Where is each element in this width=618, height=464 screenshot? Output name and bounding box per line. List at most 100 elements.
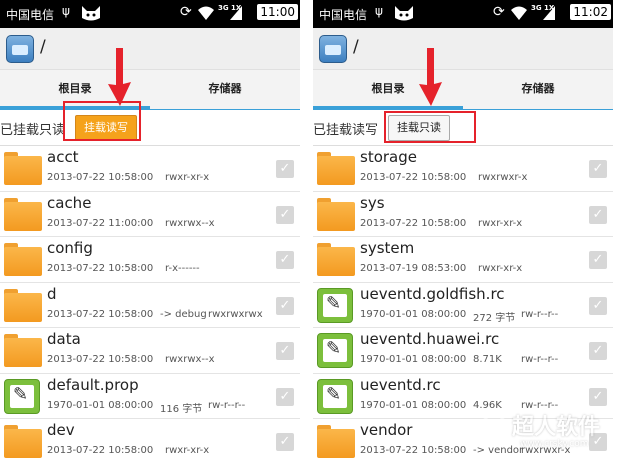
file-date: 1970-01-01 08:00:00 — [47, 399, 154, 411]
folder-icon — [4, 152, 42, 185]
right-screenshot: 中国电信 ψ ⟳ 3G 1X 11:02 / 根目录 存储器 已挂载读写 挂载只… — [313, 0, 613, 464]
file-name: sys — [360, 193, 385, 212]
edit-file-icon — [317, 287, 353, 323]
arrow-icon — [419, 48, 442, 106]
edit-file-icon — [317, 378, 353, 414]
file-date: 2013-07-22 11:00:00 — [47, 217, 154, 229]
file-date: 2013-07-22 10:58:00 — [47, 263, 154, 274]
file-date: 2013-07-22 10:58:00 — [360, 445, 467, 456]
file-size: 272 字节 — [473, 312, 516, 324]
file-name: ueventd.rc — [360, 375, 441, 394]
folder-icon — [4, 288, 42, 322]
file-name: config — [47, 239, 93, 257]
mount-status: 已挂载只读 — [0, 123, 66, 138]
clock: 11:02 — [570, 4, 611, 20]
select-checkbox[interactable]: ✓ — [276, 296, 294, 315]
current-path: / — [40, 37, 46, 57]
file-permissions: rwxr-xr-x — [165, 172, 210, 183]
edit-file-icon — [317, 333, 353, 368]
select-checkbox[interactable]: ✓ — [276, 342, 294, 360]
list-item[interactable]: default.prop 1970-01-01 08:00:00 116 字节 rw-… — [0, 374, 300, 419]
cat-icon — [395, 6, 413, 21]
file-permissions: rwxr-xr-x — [478, 217, 523, 229]
tab-storage[interactable]: 存储器 — [150, 70, 300, 110]
select-checkbox[interactable]: ✓ — [276, 160, 294, 178]
list-item[interactable]: data 2013-07-22 10:58:00 rwxrwx--x ✓ — [0, 328, 300, 374]
list-item[interactable]: storage 2013-07-22 10:58:00 rwxrwxr-x ✓ — [313, 146, 613, 192]
list-item[interactable]: ueventd.huawei.rc 1970-01-01 08:00:00 8.71… — [313, 328, 613, 374]
select-checkbox[interactable]: ✓ — [589, 251, 607, 269]
status-bar: 中国电信 ψ ⟳ 3G 1X 11:00 — [0, 0, 300, 28]
file-manager-icon[interactable] — [6, 35, 34, 63]
file-name: acct — [47, 148, 79, 166]
wifi-icon — [511, 6, 527, 20]
list-item[interactable]: cache 2013-07-22 11:00:00 rwxrwx--x ✓ — [0, 192, 300, 237]
folder-icon — [317, 197, 355, 231]
select-checkbox[interactable]: ✓ — [276, 433, 294, 451]
sync-icon: ⟳ — [180, 4, 192, 20]
file-date: 1970-01-01 08:00:00 — [360, 308, 467, 320]
mount-status: 已挂载读写 — [313, 123, 379, 138]
signal-icon — [543, 6, 555, 20]
file-name: default.prop — [47, 375, 139, 394]
file-size: 8.71K — [473, 354, 502, 365]
select-checkbox[interactable]: ✓ — [589, 296, 607, 315]
list-item[interactable]: acct 2013-07-22 10:58:00 rwxr-xr-x ✓ — [0, 146, 300, 192]
file-permissions: rw-r--r-- — [208, 399, 246, 411]
file-name: vendor — [360, 421, 413, 439]
folder-icon — [317, 152, 355, 185]
title-bar: / — [313, 28, 613, 70]
select-checkbox[interactable]: ✓ — [589, 205, 607, 224]
file-date: 2013-07-22 10:58:00 — [47, 445, 154, 456]
list-item[interactable]: config 2013-07-22 10:58:00 r-x------ ✓ — [0, 237, 300, 283]
file-date: 1970-01-01 08:00:00 — [360, 399, 467, 411]
file-date: 2013-07-22 10:58:00 — [360, 217, 467, 229]
file-size: -> debug — [160, 308, 207, 320]
file-name: storage — [360, 148, 417, 166]
arrow-icon — [108, 48, 131, 106]
file-permissions: rwxrwx--x — [165, 217, 215, 229]
select-checkbox[interactable]: ✓ — [276, 251, 294, 269]
file-name: system — [360, 239, 415, 257]
tab-bar: 根目录 存储器 — [0, 70, 300, 110]
highlight-box — [63, 101, 141, 141]
file-name: d — [47, 284, 57, 303]
select-checkbox[interactable]: ✓ — [589, 342, 607, 360]
folder-icon — [4, 425, 42, 458]
select-checkbox[interactable]: ✓ — [589, 160, 607, 178]
list-item[interactable]: system 2013-07-19 08:53:00 rwxr-xr-x ✓ — [313, 237, 613, 283]
file-size: 116 字节 — [160, 403, 203, 415]
cat-icon — [82, 6, 100, 21]
list-item[interactable]: sys 2013-07-22 10:58:00 rwxr-xr-x ✓ — [313, 192, 613, 237]
list-item[interactable]: d 2013-07-22 10:58:00 -> debug rwxrwxrwx ✓ — [0, 283, 300, 328]
tab-storage[interactable]: 存储器 — [463, 70, 613, 110]
watermark: 超人软件 www.crsky.com — [480, 405, 616, 461]
select-checkbox[interactable]: ✓ — [589, 387, 607, 406]
file-permissions: rwxr-xr-x — [165, 445, 210, 456]
file-permissions: rw-r--r-- — [521, 308, 559, 320]
list-item[interactable]: dev 2013-07-22 10:58:00 rwxr-xr-x ✓ — [0, 419, 300, 464]
sync-icon: ⟳ — [493, 4, 505, 20]
left-screenshot: 中国电信 ψ ⟳ 3G 1X 11:00 / 根目录 存储器 已挂载只读 挂载读… — [0, 0, 300, 464]
diamond-logo-icon — [480, 411, 508, 439]
clock: 11:00 — [257, 4, 298, 20]
file-date: 2013-07-22 10:58:00 — [47, 354, 154, 365]
file-name: dev — [47, 421, 75, 439]
file-permissions: rwxrwxr-x — [478, 172, 528, 183]
folder-icon — [4, 243, 42, 276]
file-manager-icon[interactable] — [319, 35, 347, 63]
list-item[interactable]: ueventd.goldfish.rc 1970-01-01 08:00:00 27… — [313, 283, 613, 328]
file-permissions: rwxrwx--x — [165, 354, 215, 365]
carrier-label: 中国电信 — [319, 8, 368, 22]
file-permissions: rwxr-xr-x — [478, 263, 523, 274]
select-checkbox[interactable]: ✓ — [276, 387, 294, 406]
file-name: cache — [47, 193, 92, 212]
folder-icon — [317, 243, 355, 276]
tab-bar: 根目录 存储器 — [313, 70, 613, 110]
folder-icon — [4, 334, 42, 367]
file-permissions: r-x------ — [165, 263, 200, 274]
file-name: ueventd.huawei.rc — [360, 330, 500, 348]
file-permissions: rw-r--r-- — [521, 354, 559, 365]
folder-icon — [4, 197, 42, 231]
select-checkbox[interactable]: ✓ — [276, 205, 294, 224]
